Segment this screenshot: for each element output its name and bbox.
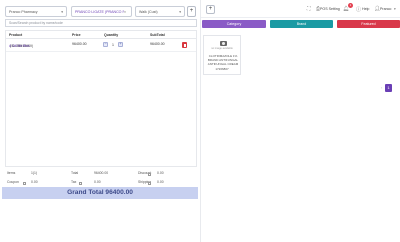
pos-setting-link[interactable]: POS Setting: [320, 7, 340, 11]
product-browser-panel: + ⛶ ⎙ POS Setting 🔔︎ 1 ⓘ Help 👤︎ Pranco …: [201, 0, 400, 242]
category-button[interactable]: Category: [202, 20, 266, 28]
cart-table: Product Price Quantity SubTotal 4 Oil Me…: [5, 30, 197, 167]
help-icon: ⓘ: [356, 7, 362, 13]
pharmacy-select-value: Pranco Pharmacy: [9, 9, 38, 14]
chevron-down-icon: ▾: [179, 9, 181, 14]
price-cell: 96400.00: [72, 42, 87, 46]
discount-value: 0.00: [157, 171, 164, 175]
product-card[interactable]: no image available CLOTRIMAZOLE 1% BRAND…: [203, 35, 241, 75]
top-bar: + ⛶ ⎙ POS Setting 🔔︎ 1 ⓘ Help 👤︎ Pranco …: [201, 0, 400, 18]
customer-select[interactable]: Walk (Cust) ▾: [135, 6, 185, 17]
image-placeholder-icon: [220, 41, 227, 46]
no-image-text: no image available: [211, 47, 233, 50]
product-card-name: CLOTRIMAZOLE 1% BRAND ANTIFUNGAL ANTIFUN…: [207, 54, 239, 66]
product-search-input[interactable]: [5, 19, 197, 27]
coupon-value: 0.00: [31, 180, 38, 184]
pos-cart-panel: Pranco Pharmacy ▾ PRANCO LIGATE (PRANCO …: [0, 0, 200, 242]
delete-icon[interactable]: [182, 42, 187, 48]
product-batch: (SL:35512009): [10, 44, 34, 48]
totals-row-1: Items 1(1) Total 96400.00 Discount 0.00: [5, 169, 197, 178]
total-label: Total: [71, 171, 79, 175]
notification-badge: 1: [348, 3, 353, 8]
items-label: Items: [7, 171, 16, 175]
column-quantity: Quantity: [104, 33, 119, 37]
quantity-value[interactable]: 1: [110, 43, 116, 47]
cart-table-header: Product Price Quantity SubTotal: [6, 31, 196, 39]
coupon-label: Coupon: [7, 180, 19, 184]
items-value: 1(1): [31, 171, 38, 175]
totals-row-2: Coupon 0.00 Tax 0.00 Shipping 0.00: [5, 178, 197, 187]
help-link[interactable]: Help: [362, 7, 369, 11]
previous-page-button[interactable]: ‹: [381, 85, 382, 90]
column-subtotal: SubTotal: [150, 33, 165, 37]
page-1-button[interactable]: 1: [385, 84, 392, 92]
decrease-quantity-button[interactable]: −: [103, 42, 108, 47]
tax-value: 0.00: [94, 180, 101, 184]
customer-select-value: Walk (Cust): [139, 9, 158, 14]
total-value: 96400.00: [94, 171, 109, 175]
add-button[interactable]: +: [206, 5, 215, 14]
product-pharmacy-select-value: PRANCO LIGATE (PRANCO PHA: [75, 9, 124, 14]
tax-label: Tax: [71, 180, 77, 184]
subtotal-cell: 96400.00: [150, 42, 165, 46]
quantity-stepper: − 1 +: [103, 42, 123, 47]
product-pharmacy-select[interactable]: PRANCO LIGATE (PRANCO PHA ×: [71, 6, 132, 17]
chevron-down-icon: ▾: [61, 9, 63, 14]
shipping-value: 0.00: [157, 180, 164, 184]
increase-quantity-button[interactable]: +: [118, 42, 123, 47]
column-product: Product: [9, 33, 23, 37]
add-customer-button[interactable]: +: [187, 6, 196, 17]
table-row: 4 Oil Me Bot.. (SL:35512009) 96400.00 − …: [6, 40, 196, 52]
fullscreen-icon[interactable]: ⛶: [307, 6, 311, 12]
clear-icon[interactable]: ×: [124, 10, 126, 14]
totals-section: Items 1(1) Total 96400.00 Discount 0.00 …: [5, 169, 197, 187]
chevron-down-icon[interactable]: ▾: [394, 7, 396, 11]
brand-button[interactable]: Brand: [270, 20, 333, 28]
grand-total-bar: Grand Total 96400.00: [2, 187, 198, 199]
featured-button[interactable]: Featured: [337, 20, 400, 28]
column-price: Price: [72, 33, 81, 37]
pharmacy-select[interactable]: Pranco Pharmacy ▾: [5, 6, 67, 17]
product-card-code: 17266807: [215, 67, 229, 71]
user-menu[interactable]: Pranco: [380, 7, 391, 11]
